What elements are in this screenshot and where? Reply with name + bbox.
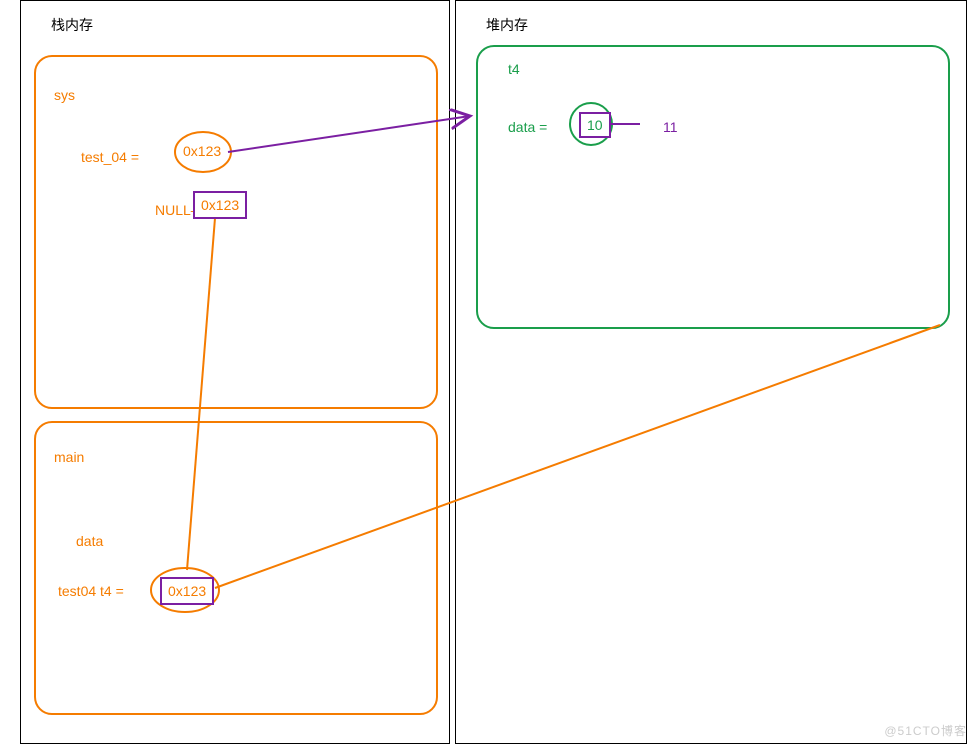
main-data-label: data xyxy=(76,533,103,549)
heap-title: 堆内存 xyxy=(486,15,528,35)
sys-null-addr-box: 0x123 xyxy=(193,191,247,219)
stack-title: 栈内存 xyxy=(51,15,93,35)
heap-panel: 堆内存 t4 data = 11 xyxy=(455,0,967,744)
t4-value: 10 xyxy=(587,117,603,133)
t4-data-label: data = xyxy=(508,119,547,135)
heap-t4-block: t4 data = 11 xyxy=(476,45,950,329)
t4-value-box: 10 xyxy=(579,112,611,138)
stack-main-block: main data test04 t4 = xyxy=(34,421,438,715)
main-var-addr: 0x123 xyxy=(168,583,206,599)
stack-sys-block: sys test_04 = NULL—> xyxy=(34,55,438,409)
t4-new-value: 11 xyxy=(663,119,678,135)
sys-label: sys xyxy=(54,87,75,103)
stack-panel: 栈内存 sys test_04 = NULL—> main data test0… xyxy=(20,0,450,744)
sys-var-label: test_04 = xyxy=(81,149,139,165)
sys-null-addr: 0x123 xyxy=(201,197,239,213)
main-label: main xyxy=(54,449,84,465)
main-var-label: test04 t4 = xyxy=(58,583,124,599)
main-var-addr-box: 0x123 xyxy=(160,577,214,605)
sys-var-addr: 0x123 xyxy=(183,143,221,159)
t4-label: t4 xyxy=(508,61,520,77)
watermark: @51CTO博客 xyxy=(884,722,967,739)
